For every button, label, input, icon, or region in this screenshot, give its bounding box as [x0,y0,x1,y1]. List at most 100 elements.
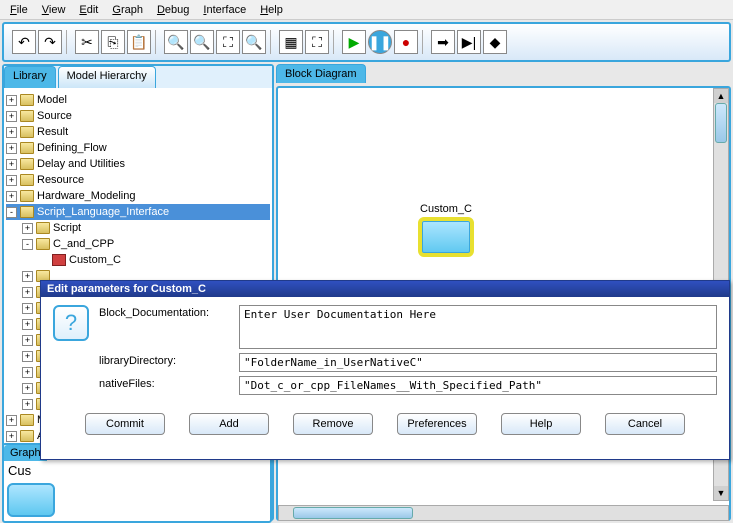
stop-button[interactable]: ● [394,30,418,54]
menu-file[interactable]: File [4,2,34,18]
expand-button[interactable]: ⛶ [305,30,329,54]
expand-icon[interactable]: + [22,335,33,346]
grid-button[interactable]: ▦ [279,30,303,54]
tree-item-label: Resource [37,174,84,186]
tree-item-script-language-interface[interactable]: -Script_Language_Interface [6,204,270,220]
tree-item-label: C_and_CPP [53,238,114,250]
zoom-fit-button[interactable]: ⛶ [216,30,240,54]
block-body[interactable] [418,217,474,257]
add-button[interactable]: Add [189,413,269,435]
remove-button[interactable]: Remove [293,413,373,435]
block-label: Custom_C [418,203,474,215]
tree-item-label: Hardware_Modeling [37,190,135,202]
toolbar: ↶ ↷ ✂ ⎘ 📋 🔍 🔍 ⛶ 🔍 ▦ ⛶ ▶ ❚❚ ● ➡ ▶| ◆ [2,22,731,62]
horizontal-scrollbar[interactable] [278,505,729,521]
tree-item-hardware-modeling[interactable]: + Hardware_Modeling [6,188,270,204]
folder-closed-icon [20,158,34,170]
menu-help[interactable]: Help [254,2,289,18]
folder-closed-icon [20,190,34,202]
graph-block-label: Cus [4,461,270,480]
step-end-button[interactable]: ▶| [457,30,481,54]
cut-button[interactable]: ✂ [75,30,99,54]
tree-item-source[interactable]: + Source [6,108,270,124]
folder-closed-icon [20,174,34,186]
pause-button[interactable]: ❚❚ [368,30,392,54]
tree-item-label: Custom_C [69,254,121,266]
folder-closed-icon [20,94,34,106]
expand-icon[interactable]: + [22,319,33,330]
expand-icon[interactable]: + [22,383,33,394]
folder-closed-icon [20,430,34,442]
tree-item-resource[interactable]: + Resource [6,172,270,188]
zoom-in-button[interactable]: 🔍 [164,30,188,54]
expand-icon[interactable]: - [6,207,17,218]
expand-icon[interactable]: + [6,159,17,170]
expand-icon[interactable]: + [22,287,33,298]
undo-button[interactable]: ↶ [12,30,36,54]
expand-icon[interactable]: + [6,95,17,106]
commit-button[interactable]: Commit [85,413,165,435]
tree-item-result[interactable]: + Result [6,124,270,140]
native-files-input[interactable] [239,376,717,395]
step-forward-button[interactable]: ➡ [431,30,455,54]
diamond-button[interactable]: ◆ [483,30,507,54]
help-icon: ? [53,305,89,341]
expand-icon[interactable]: + [6,415,17,426]
expand-icon[interactable]: + [6,111,17,122]
copy-button[interactable]: ⎘ [101,30,125,54]
expand-icon[interactable]: + [6,175,17,186]
cube-icon [52,254,66,266]
tree-item-label: Defining_Flow [37,142,107,154]
tree-item-label: Delay and Utilities [37,158,125,170]
menu-debug[interactable]: Debug [151,2,195,18]
tab-library[interactable]: Library [4,66,56,88]
folder-open-icon [36,238,50,250]
tree-item-label: Source [37,110,72,122]
expand-icon[interactable]: + [22,367,33,378]
expand-icon [38,255,49,266]
custom-c-block[interactable]: Custom_C [418,203,474,257]
menu-interface[interactable]: Interface [197,2,252,18]
native-files-label: nativeFiles: [99,376,239,390]
preferences-button[interactable]: Preferences [397,413,477,435]
folder-closed-icon [20,142,34,154]
expand-icon[interactable]: + [22,351,33,362]
zoom-out-button[interactable]: 🔍 [190,30,214,54]
tree-item-model[interactable]: +Model [6,92,270,108]
tree-item-c-and-cpp[interactable]: - C_and_CPP [6,236,270,252]
expand-icon[interactable]: + [6,143,17,154]
folder-closed-icon [36,222,50,234]
zoom-reset-button[interactable]: 🔍 [242,30,266,54]
expand-icon[interactable]: + [22,271,33,282]
expand-icon[interactable]: + [22,303,33,314]
expand-icon[interactable]: + [6,191,17,202]
expand-icon[interactable]: + [6,431,17,442]
redo-button[interactable]: ↷ [38,30,62,54]
library-directory-input[interactable] [239,353,717,372]
expand-icon[interactable]: + [22,399,33,410]
expand-icon[interactable]: - [22,239,33,250]
folder-open-icon [20,206,34,218]
play-button[interactable]: ▶ [342,30,366,54]
cancel-button[interactable]: Cancel [605,413,685,435]
tree-item-defining-flow[interactable]: + Defining_Flow [6,140,270,156]
help-button[interactable]: Help [501,413,581,435]
graph-block-icon[interactable] [7,483,55,517]
tree-item-script[interactable]: + Script [6,220,270,236]
tree-item-custom-c[interactable]: Custom_C [6,252,270,268]
menu-graph[interactable]: Graph [106,2,149,18]
expand-icon[interactable]: + [6,127,17,138]
edit-parameters-dialog: Edit parameters for Custom_C ? Block_Doc… [40,280,730,460]
dialog-title: Edit parameters for Custom_C [41,281,729,297]
tree-item-delay-and-utilities[interactable]: + Delay and Utilities [6,156,270,172]
folder-closed-icon [20,126,34,138]
tree-item-label: Script [53,222,81,234]
tab-model-hierarchy[interactable]: Model Hierarchy [58,66,156,88]
block-documentation-input[interactable] [239,305,717,349]
paste-button[interactable]: 📋 [127,30,151,54]
menu-view[interactable]: View [36,2,72,18]
menu-edit[interactable]: Edit [73,2,104,18]
tab-block-diagram[interactable]: Block Diagram [276,64,366,83]
expand-icon[interactable]: + [22,223,33,234]
tree-item-label: Result [37,126,68,138]
